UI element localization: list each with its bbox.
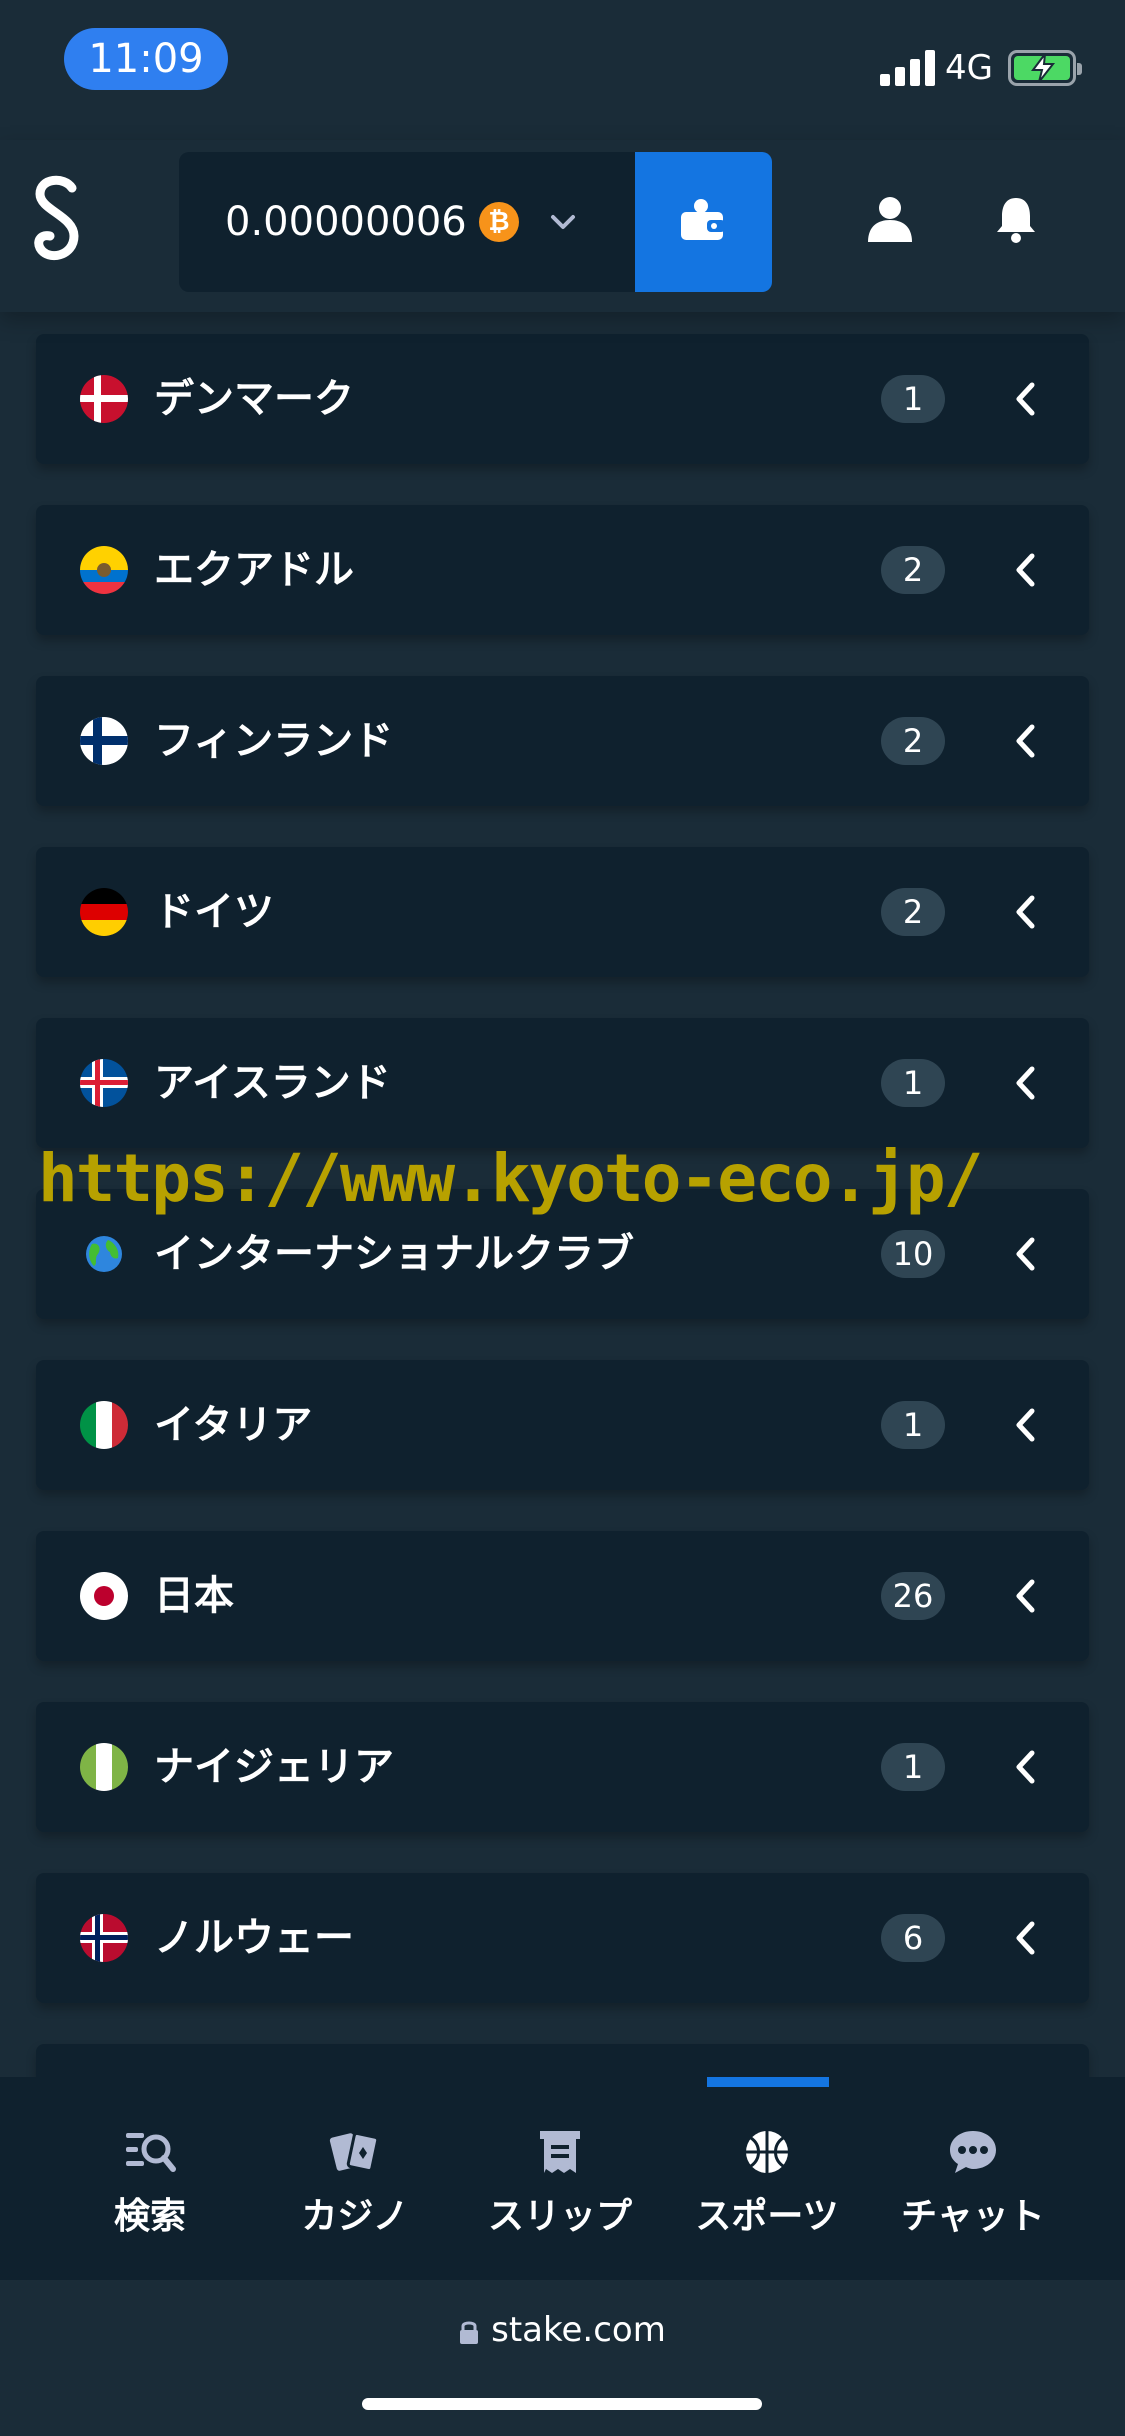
chevron-left-icon [1016,1066,1035,1100]
country-name: アイスランド [154,1060,391,1106]
nav-search[interactable]: 検索 [50,2077,250,2280]
url-display[interactable]: stake.com [0,2310,1125,2350]
country-name: ノルウェー [154,1915,354,1961]
country-name: ナイジェリア [154,1744,394,1790]
nav-label: カジノ [301,2196,409,2237]
count-badge: 2 [881,888,945,936]
country-row-iceland[interactable]: アイスランド 1 [36,1018,1089,1148]
nav-label: スポーツ [695,2196,839,2237]
norway-flag-icon [80,1914,128,1962]
country-row-norway[interactable]: ノルウェー 6 [36,1873,1089,2003]
chevron-left-icon [1016,724,1035,758]
basketball-icon [746,2131,788,2173]
chevron-down-icon [551,215,575,229]
search-icon [126,2133,176,2172]
count-badge: 1 [881,1401,945,1449]
chat-icon [950,2131,996,2173]
status-time: 11:09 [64,28,228,90]
chevron-left-icon [1016,895,1035,929]
ecuador-flag-icon [80,546,128,594]
country-name: 日本 [154,1573,234,1619]
bottom-nav: 検索 カジノ スリップ スポーツ チャット [0,2077,1125,2280]
italy-flag-icon [80,1401,128,1449]
home-indicator[interactable] [362,2398,762,2410]
count-badge: 6 [881,1914,945,1962]
user-icon[interactable] [866,196,914,242]
country-name: フィンランド [154,718,394,764]
country-row-ecuador[interactable]: エクアドル 2 [36,505,1089,635]
globe-icon [86,1236,122,1272]
count-badge: 26 [881,1572,945,1620]
iceland-flag-icon [80,1059,128,1107]
wallet-button[interactable] [635,152,772,292]
count-badge: 10 [881,1230,945,1278]
denmark-flag-icon [80,375,128,423]
chevron-left-icon [1016,1750,1035,1784]
chevron-left-icon [1016,1408,1035,1442]
network-type: 4G [945,48,993,88]
nav-label: スリップ [487,2196,632,2237]
count-badge: 2 [881,546,945,594]
bell-icon[interactable] [995,194,1037,244]
country-row-partial[interactable] [36,2044,1089,2077]
nav-slip[interactable]: スリップ [460,2077,660,2280]
nav-chat[interactable]: チャット [873,2077,1073,2280]
stake-logo[interactable] [28,170,88,270]
country-row-denmark[interactable]: デンマーク 1 [36,334,1089,464]
japan-flag-icon [80,1572,128,1620]
count-badge: 1 [881,375,945,423]
chevron-left-icon [1016,1921,1035,1955]
nav-sports[interactable]: スポーツ [667,2077,867,2280]
bet-slip-icon [540,2131,580,2173]
country-row-japan[interactable]: 日本 26 [36,1531,1089,1661]
country-row-italy[interactable]: イタリア 1 [36,1360,1089,1490]
country-name: エクアドル [154,547,354,593]
chevron-left-icon [1016,382,1035,416]
country-name: イタリア [154,1402,313,1448]
chevron-left-icon [1016,1237,1035,1271]
count-badge: 2 [881,717,945,765]
lock-icon [460,2321,479,2344]
count-badge: 1 [881,1743,945,1791]
wallet-icon [681,199,725,240]
nav-label: チャット [901,2196,1045,2237]
url-text: stake.com [491,2310,666,2350]
battery-icon [1008,50,1082,86]
count-badge: 1 [881,1059,945,1107]
signal-icon [880,50,936,86]
app-header: 0.00000006 ₿ [0,140,1125,312]
nav-casino[interactable]: カジノ [255,2077,455,2280]
country-row-finland[interactable]: フィンランド 2 [36,676,1089,806]
chevron-left-icon [1016,553,1035,587]
germany-flag-icon [80,888,128,936]
balance-selector[interactable]: 0.00000006 ₿ [179,152,635,292]
country-row-nigeria[interactable]: ナイジェリア 1 [36,1702,1089,1832]
country-name: デンマーク [154,376,354,422]
country-name: ドイツ [154,889,274,935]
status-bar: 11:09 4G [0,0,1125,140]
chevron-left-icon [1016,1579,1035,1613]
balance-amount: 0.00000006 [225,199,467,245]
nav-label: 検索 [113,2196,186,2237]
browser-address-bar[interactable]: stake.com [0,2280,1125,2436]
watermark-url: https://www.kyoto-eco.jp/ [38,1140,983,1217]
nigeria-flag-icon [80,1743,128,1791]
country-row-germany[interactable]: ドイツ 2 [36,847,1089,977]
cards-icon [329,2131,380,2173]
bitcoin-icon: ₿ [479,202,519,242]
finland-flag-icon [80,717,128,765]
